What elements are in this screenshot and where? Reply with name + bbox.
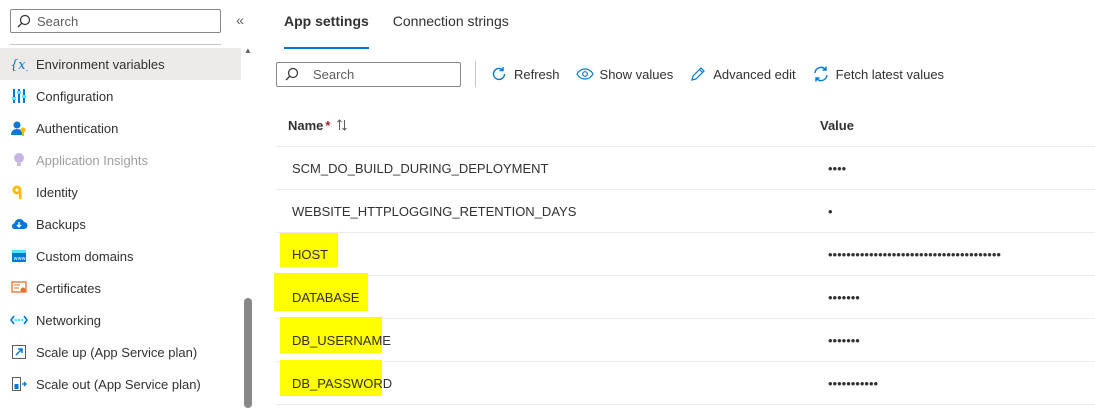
table-row[interactable]: SCM_DO_BUILD_DURING_DEPLOYMENT •••• — [276, 147, 1095, 190]
scale-out-icon — [10, 375, 28, 393]
required-marker: * — [325, 117, 331, 133]
show-values-button[interactable]: Show values — [575, 65, 674, 83]
refresh-label: Refresh — [514, 66, 560, 82]
toolbar: Refresh Show values Advanced edit Fetch … — [276, 60, 960, 88]
sidebar-item-application-insights[interactable]: Application Insights — [0, 144, 241, 176]
sidebar-item-certificates[interactable]: Certificates — [0, 272, 241, 304]
sidebar-search[interactable] — [10, 9, 221, 33]
column-header-value: Value — [820, 117, 854, 133]
app-settings-grid: Name * Value SCM_DO_BUILD_DURING_DEPLOYM… — [274, 104, 1095, 405]
show-values-label: Show values — [599, 66, 674, 82]
setting-name: SCM_DO_BUILD_DURING_DEPLOYMENT — [292, 160, 549, 176]
main-content: App settings Connection strings Refresh … — [256, 0, 1095, 408]
sidebar-scrollbar[interactable]: ▲ — [243, 46, 253, 408]
sidebar-item-custom-domains[interactable]: www Custom domains — [0, 240, 241, 272]
configuration-icon — [10, 87, 28, 105]
backups-icon — [10, 215, 28, 233]
table-row[interactable]: HOST •••••••••••••••••••••••••••••••••••… — [276, 232, 1095, 276]
svg-text:www: www — [14, 256, 26, 262]
toolbar-divider — [475, 61, 476, 87]
search-icon — [17, 14, 31, 28]
setting-name-cell[interactable]: DB_PASSWORD — [276, 359, 828, 396]
setting-name: DB_PASSWORD — [292, 375, 393, 391]
advanced-edit-button[interactable]: Advanced edit — [689, 65, 796, 83]
column-header-name[interactable]: Name * — [276, 118, 820, 133]
scale-up-icon — [10, 343, 28, 361]
custom-domains-icon: www — [10, 247, 28, 265]
tab-bar: App settings Connection strings — [284, 13, 533, 49]
sidebar-item-label: Scale out (App Service plan) — [36, 376, 201, 392]
identity-icon — [10, 183, 28, 201]
sidebar-item-identity[interactable]: Identity — [0, 176, 241, 208]
sync-icon — [812, 65, 830, 83]
search-icon — [285, 67, 299, 81]
setting-value-cell[interactable]: •••• — [828, 161, 846, 176]
scroll-up-icon[interactable]: ▲ — [243, 46, 253, 56]
settings-search[interactable] — [276, 61, 461, 87]
eye-icon — [575, 65, 594, 83]
settings-search-input[interactable] — [313, 66, 453, 82]
sidebar: « {x} Environment variables Configuratio… — [0, 0, 256, 408]
sidebar-item-authentication[interactable]: Authentication — [0, 112, 241, 144]
sidebar-item-label: Custom domains — [36, 248, 134, 264]
setting-value-cell[interactable]: ••••••• — [828, 333, 860, 348]
fetch-latest-values-label: Fetch latest values — [835, 66, 945, 82]
grid-header: Name * Value — [276, 104, 1095, 147]
sidebar-item-environment-variables[interactable]: {x} Environment variables — [0, 48, 241, 80]
sidebar-item-backups[interactable]: Backups — [0, 208, 241, 240]
table-row[interactable]: DATABASE ••••••• — [274, 272, 1095, 319]
sidebar-item-scale-up[interactable]: Scale up (App Service plan) — [0, 336, 241, 368]
certificates-icon — [10, 279, 28, 297]
sidebar-nav: {x} Environment variables Configuration … — [0, 48, 241, 400]
sidebar-search-input[interactable] — [37, 13, 207, 29]
tab-app-settings[interactable]: App settings — [284, 13, 369, 49]
sidebar-item-label: Configuration — [36, 88, 114, 104]
setting-name: DB_USERNAME — [292, 332, 391, 348]
setting-name: DATABASE — [292, 289, 360, 305]
sidebar-item-label: Application Insights — [36, 152, 149, 168]
sidebar-item-label: Identity — [36, 184, 78, 200]
sidebar-item-configuration[interactable]: Configuration — [0, 80, 241, 112]
setting-name-cell[interactable]: SCM_DO_BUILD_DURING_DEPLOYMENT — [276, 161, 828, 176]
scrollbar-thumb[interactable] — [244, 298, 252, 408]
refresh-icon — [490, 65, 508, 83]
setting-name-cell[interactable]: DATABASE — [274, 272, 828, 311]
column-header-name-label: Name — [288, 117, 324, 133]
collapse-sidebar-icon[interactable]: « — [232, 12, 248, 28]
sort-icon[interactable] — [336, 119, 348, 131]
setting-value-cell[interactable]: • — [828, 204, 833, 219]
setting-value-cell[interactable]: ••••••• — [828, 290, 860, 305]
sidebar-item-label: Environment variables — [36, 56, 165, 72]
tab-connection-strings[interactable]: Connection strings — [393, 13, 509, 37]
authentication-icon — [10, 119, 28, 137]
sidebar-item-label: Networking — [36, 312, 102, 328]
table-row[interactable]: DB_USERNAME ••••••• — [276, 316, 1095, 362]
sidebar-item-label: Backups — [36, 216, 86, 232]
sidebar-divider — [10, 44, 221, 45]
svg-text:{x}: {x} — [10, 58, 28, 72]
advanced-edit-label: Advanced edit — [713, 66, 796, 82]
networking-icon — [10, 311, 28, 329]
setting-value-cell[interactable]: ••••••••••• — [828, 376, 878, 391]
setting-name-cell[interactable]: WEBSITE_HTTPLOGGING_RETENTION_DAYS — [276, 204, 828, 219]
setting-name-cell[interactable]: DB_USERNAME — [276, 316, 828, 353]
sidebar-item-label: Certificates — [36, 280, 102, 296]
setting-value-cell[interactable]: •••••••••••••••••••••••••••••••••••••• — [828, 247, 1001, 262]
setting-name: HOST — [292, 246, 329, 262]
sidebar-item-scale-out[interactable]: Scale out (App Service plan) — [0, 368, 241, 400]
table-row[interactable]: WEBSITE_HTTPLOGGING_RETENTION_DAYS • — [276, 190, 1095, 233]
refresh-button[interactable]: Refresh — [490, 65, 560, 83]
pencil-icon — [689, 65, 707, 83]
application-insights-icon — [10, 151, 28, 169]
setting-name: WEBSITE_HTTPLOGGING_RETENTION_DAYS — [292, 203, 577, 219]
fetch-latest-values-button[interactable]: Fetch latest values — [812, 65, 944, 83]
setting-name-cell[interactable]: HOST — [276, 232, 828, 267]
sidebar-item-label: Scale up (App Service plan) — [36, 344, 198, 360]
environment-variables-icon: {x} — [10, 55, 28, 73]
table-row[interactable]: DB_PASSWORD ••••••••••• — [276, 359, 1095, 405]
sidebar-item-networking[interactable]: Networking — [0, 304, 241, 336]
sidebar-item-label: Authentication — [36, 120, 119, 136]
